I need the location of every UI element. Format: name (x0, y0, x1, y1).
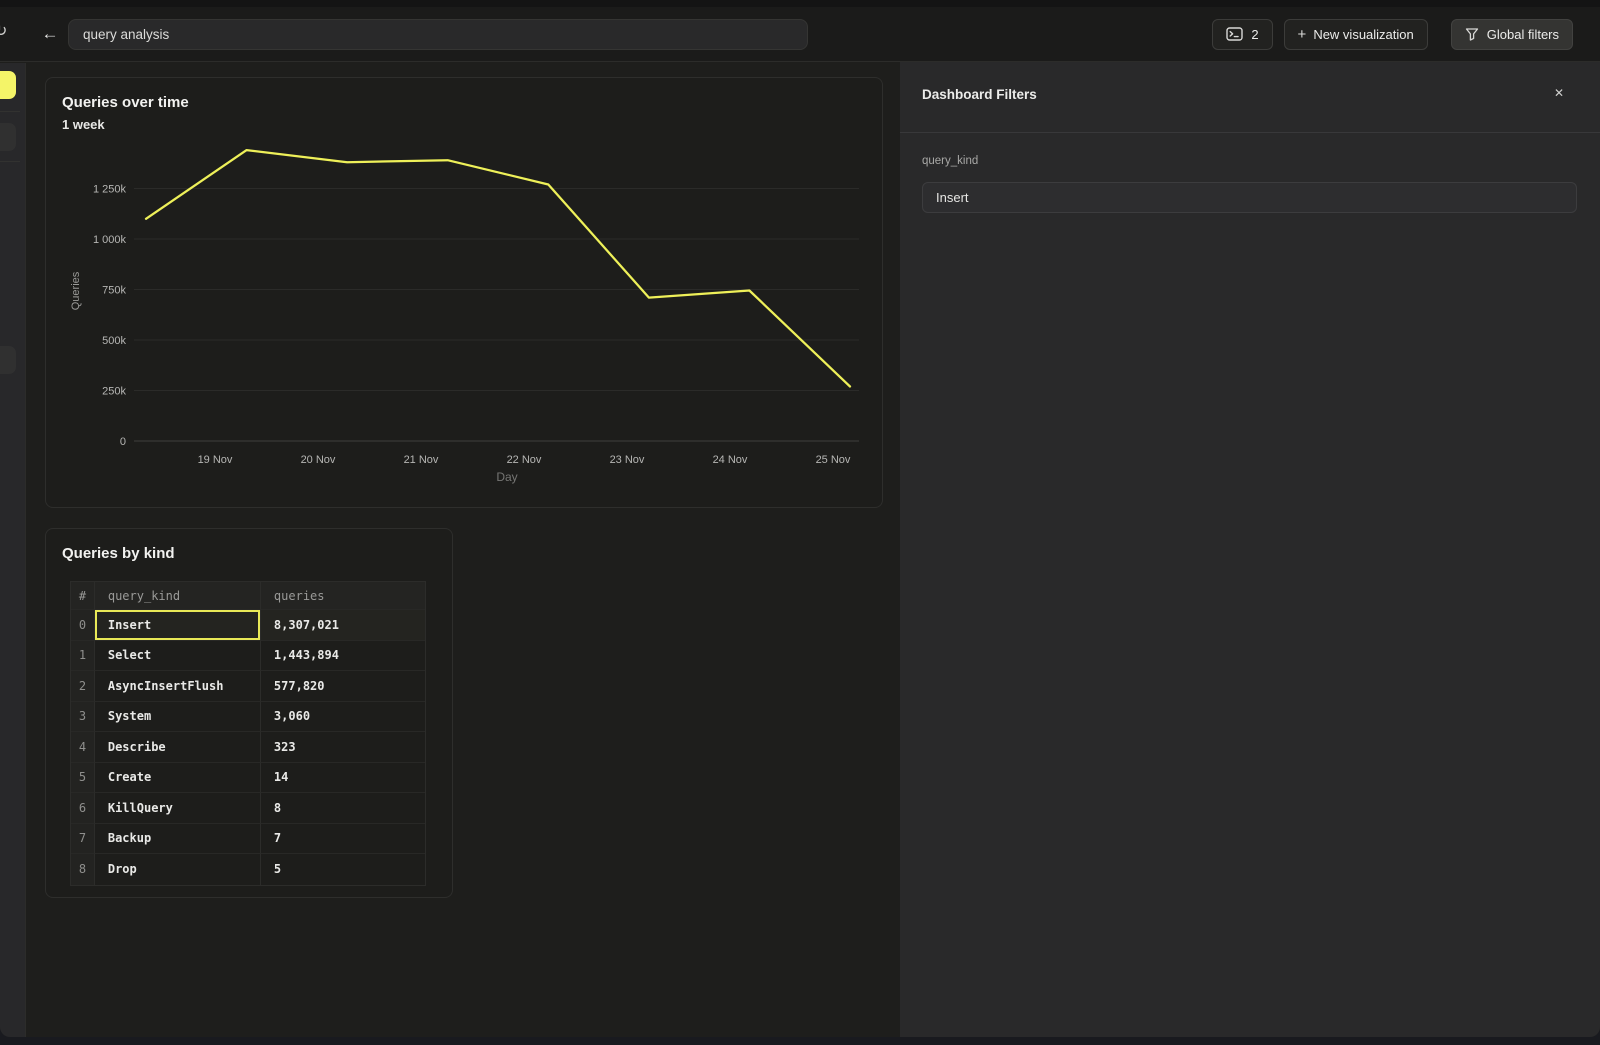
query-tabs-count: 2 (1251, 27, 1258, 42)
table-row: 3System3,060 (71, 702, 425, 733)
table-row: 1Select1,443,894 (71, 641, 425, 672)
close-icon: ✕ (1554, 86, 1564, 100)
query-kind-cell[interactable]: Backup (95, 824, 261, 855)
query-kind-cell[interactable]: Create (95, 763, 261, 794)
y-axis-tick-label: 500k (102, 335, 126, 347)
queries-cell[interactable]: 8 (261, 793, 425, 824)
queries-cell[interactable]: 323 (261, 732, 425, 763)
refresh-icon[interactable]: ↻ (0, 21, 7, 41)
new-visualization-button[interactable]: + New visualization (1284, 19, 1428, 50)
row-index-cell: 6 (71, 793, 95, 824)
queries-cell[interactable]: 3,060 (261, 702, 425, 733)
row-index-cell: 5 (71, 763, 95, 794)
column-header-queries[interactable]: queries (261, 582, 425, 610)
table-row: 8Drop5 (71, 854, 425, 885)
table-card-queries-by-kind: Queries by kind # query_kind queries 0In… (45, 528, 453, 898)
table-row: 2AsyncInsertFlush577,820 (71, 671, 425, 702)
back-button[interactable]: ← (39, 23, 61, 45)
table-row: 7Backup7 (71, 824, 425, 855)
x-axis-tick-label: 25 Nov (816, 454, 851, 466)
query-kind-cell[interactable]: Insert (95, 610, 261, 641)
table-row: 5Create14 (71, 763, 425, 794)
dashboard-filters-panel: Dashboard Filters ✕ query_kind (900, 62, 1600, 1037)
line-chart: 1 250k 1 000k 750k 500k 250k 0 19 Nov 20 Nov 21 … (46, 78, 884, 509)
table-title: Queries by kind (62, 545, 175, 562)
y-axis-tick-label: 1 250k (93, 184, 127, 196)
sidebar (0, 63, 26, 1037)
funnel-icon (1465, 27, 1479, 41)
x-axis-tick-label: 24 Nov (713, 454, 748, 466)
query-kind-filter-input[interactable] (922, 182, 1577, 213)
query-kind-cell[interactable]: Select (95, 641, 261, 672)
app-window: ↻ ← 2 + New visualization (0, 0, 1600, 1037)
query-kind-cell[interactable]: Drop (95, 854, 261, 885)
x-axis-tick-label: 19 Nov (198, 454, 233, 466)
row-index-cell: 3 (71, 702, 95, 733)
row-index-cell: 1 (71, 641, 95, 672)
y-axis-title: Queries (70, 271, 82, 310)
y-axis-tick-label: 750k (102, 285, 126, 297)
x-axis-title: Day (496, 470, 517, 484)
sidebar-divider (0, 111, 20, 112)
filters-panel-title: Dashboard Filters (922, 87, 1037, 102)
column-header-index[interactable]: # (71, 582, 95, 610)
query-kind-cell[interactable]: AsyncInsertFlush (95, 671, 261, 702)
queries-cell[interactable]: 8,307,021 (261, 610, 425, 641)
queries-cell[interactable]: 7 (261, 824, 425, 855)
y-axis-tick-label: 1 000k (93, 234, 127, 246)
row-index-cell: 7 (71, 824, 95, 855)
topbar: ↻ ← 2 + New visualization (0, 7, 1600, 62)
global-filters-label: Global filters (1487, 27, 1559, 42)
x-axis-tick-label: 23 Nov (610, 454, 645, 466)
x-axis-tick-label: 20 Nov (301, 454, 336, 466)
table-header-row: # query_kind queries (71, 582, 425, 610)
table-row: 0Insert8,307,021 (71, 610, 425, 641)
sidebar-item-active[interactable] (0, 71, 16, 99)
sidebar-item[interactable] (0, 346, 16, 374)
query-kind-cell[interactable]: KillQuery (95, 793, 261, 824)
sidebar-item[interactable] (0, 123, 16, 151)
y-axis-tick-label: 0 (120, 436, 126, 448)
console-icon (1226, 27, 1243, 41)
new-visualization-label: New visualization (1313, 27, 1413, 42)
x-axis-tick-label: 22 Nov (507, 454, 542, 466)
window-top-edge (0, 0, 1600, 7)
queries-cell[interactable]: 1,443,894 (261, 641, 425, 672)
dashboard-canvas: Queries over time 1 week 1 250k1 000k750… (26, 62, 900, 1037)
column-header-query-kind[interactable]: query_kind (95, 582, 261, 610)
queries-cell[interactable]: 14 (261, 763, 425, 794)
chart-series-line[interactable] (146, 150, 850, 386)
dashboard-title-input[interactable] (68, 19, 808, 50)
global-filters-button[interactable]: Global filters (1451, 19, 1573, 50)
row-index-cell: 0 (71, 610, 95, 641)
row-index-cell: 4 (71, 732, 95, 763)
close-button[interactable]: ✕ (1549, 83, 1569, 103)
chart-card-queries-over-time: Queries over time 1 week 1 250k1 000k750… (45, 77, 883, 508)
table-row: 6KillQuery8 (71, 793, 425, 824)
x-axis-tick-label: 21 Nov (404, 454, 439, 466)
sidebar-divider (0, 161, 20, 162)
filter-field-label: query_kind (922, 155, 978, 167)
results-table: # query_kind queries 0Insert8,307,0211Se… (70, 581, 426, 886)
query-kind-cell[interactable]: Describe (95, 732, 261, 763)
row-index-cell: 8 (71, 854, 95, 885)
query-tabs-button[interactable]: 2 (1212, 19, 1272, 50)
arrow-left-icon: ← (42, 24, 59, 44)
queries-cell[interactable]: 577,820 (261, 671, 425, 702)
panel-divider (900, 132, 1600, 133)
y-axis-tick-label: 250k (102, 386, 126, 398)
queries-cell[interactable]: 5 (261, 854, 425, 885)
query-kind-cell[interactable]: System (95, 702, 261, 733)
row-index-cell: 2 (71, 671, 95, 702)
table-row: 4Describe323 (71, 732, 425, 763)
plus-icon: + (1298, 26, 1307, 43)
